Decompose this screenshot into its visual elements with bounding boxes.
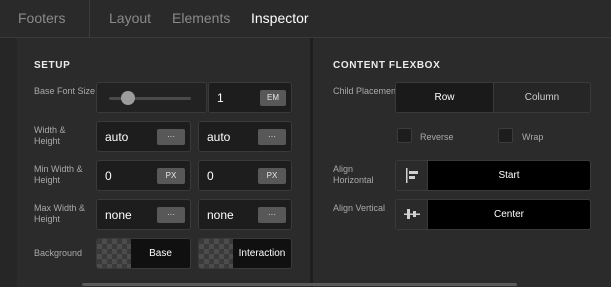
placement-column-option[interactable]: Column <box>494 83 590 112</box>
tab-elements[interactable]: Elements <box>172 10 230 26</box>
font-size-slider[interactable] <box>96 82 207 113</box>
slider-knob[interactable] <box>121 91 136 105</box>
align-vertical-value: Center <box>493 209 524 220</box>
min-width-height-label: Min Width & Height <box>34 164 83 185</box>
max-width-height-label: Max Width & Height <box>34 203 86 224</box>
height-input[interactable]: auto ··· <box>198 121 292 152</box>
child-placement-label: Child Placement <box>333 86 399 96</box>
setup-panel: SETUP Base Font Size 1 EM Width & Height… <box>17 38 310 287</box>
tab-layout[interactable]: Layout <box>109 10 151 26</box>
align-horizontal-label: Align Horizontal <box>333 164 374 185</box>
font-size-value: 1 <box>217 91 224 105</box>
max-width-value: none <box>105 208 132 222</box>
max-width-input[interactable]: none ··· <box>96 199 191 230</box>
unit-em-button[interactable]: EM <box>260 90 286 106</box>
min-height-unit-button[interactable]: PX <box>258 168 286 184</box>
width-value: auto <box>105 130 129 144</box>
width-height-label: Width & Height <box>34 125 66 146</box>
content-flexbox-panel: CONTENT FLEXBOX Child Placement Row Colu… <box>313 38 611 287</box>
height-menu-button[interactable]: ··· <box>258 129 286 145</box>
child-placement-toggle: Row Column <box>395 82 591 113</box>
background-base-swatch[interactable]: Base <box>96 238 191 269</box>
horizontal-scrollbar[interactable] <box>82 283 517 286</box>
placement-row-option[interactable]: Row <box>396 83 494 112</box>
align-horizontal-value: Start <box>498 170 520 181</box>
setup-title: SETUP <box>34 60 71 71</box>
background-label: Background <box>34 248 83 258</box>
max-height-menu-button[interactable]: ··· <box>258 207 286 223</box>
font-size-input[interactable]: 1 EM <box>208 82 292 113</box>
background-interaction-label: Interaction <box>238 248 286 259</box>
top-bar: Footers Layout Elements Inspector <box>0 0 611 38</box>
align-vertical-select[interactable]: Center <box>395 199 591 230</box>
max-width-menu-button[interactable]: ··· <box>157 207 185 223</box>
min-height-input[interactable]: 0 PX <box>198 160 292 191</box>
align-horizontal-select[interactable]: Start <box>395 160 591 191</box>
transparency-checker <box>199 239 233 268</box>
base-font-size-label: Base Font Size <box>34 86 96 96</box>
align-start-icon <box>396 161 428 190</box>
align-center-icon <box>396 200 428 229</box>
max-height-value: none <box>207 208 234 222</box>
content-flexbox-title: CONTENT FLEXBOX <box>333 60 441 71</box>
reverse-label: Reverse <box>420 132 454 142</box>
max-height-input[interactable]: none ··· <box>198 199 292 230</box>
align-vertical-label: Align Vertical <box>333 203 386 213</box>
tab-inspector[interactable]: Inspector <box>251 10 309 26</box>
top-bar-divider <box>89 0 90 38</box>
min-width-input[interactable]: 0 PX <box>96 160 191 191</box>
height-value: auto <box>207 130 231 144</box>
min-width-unit-button[interactable]: PX <box>157 168 185 184</box>
width-menu-button[interactable]: ··· <box>157 129 185 145</box>
wrap-checkbox[interactable] <box>498 128 513 143</box>
min-width-value: 0 <box>105 169 112 183</box>
reverse-checkbox[interactable] <box>397 128 412 143</box>
background-base-label: Base <box>149 248 172 259</box>
transparency-checker <box>97 239 131 268</box>
tab-footers[interactable]: Footers <box>18 10 65 26</box>
background-interaction-swatch[interactable]: Interaction <box>198 238 292 269</box>
min-height-value: 0 <box>207 169 214 183</box>
wrap-label: Wrap <box>522 132 544 142</box>
width-input[interactable]: auto ··· <box>96 121 191 152</box>
